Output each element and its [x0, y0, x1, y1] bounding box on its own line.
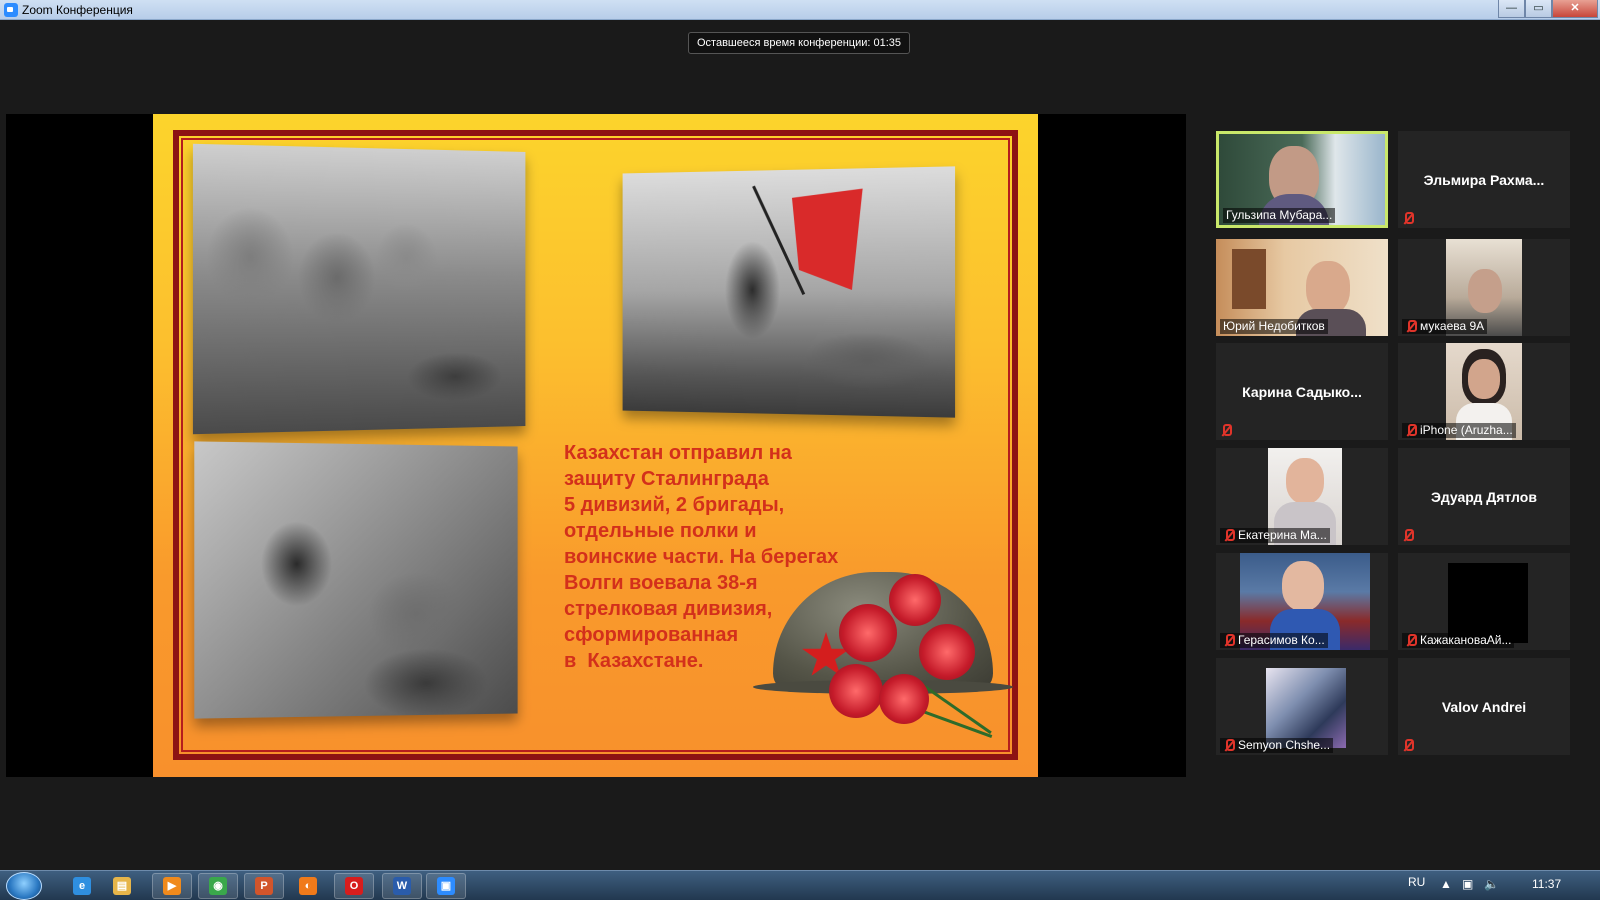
participant-tile[interactable]: КажакановаАй... [1398, 553, 1570, 650]
zoom-icon: ▣ [437, 877, 455, 895]
participant-name: Semyon Chshe... [1238, 738, 1331, 752]
maximize-button[interactable]: ▭ [1525, 0, 1552, 18]
carnation-flower [829, 664, 883, 718]
participant-face [1306, 261, 1350, 315]
victory-flag-photo [622, 166, 956, 418]
muted-mic-icon [1402, 212, 1414, 225]
close-button[interactable]: ✕ [1552, 0, 1598, 18]
network-icon[interactable]: ▣ [1462, 877, 1473, 891]
taskbar-item[interactable]: O [334, 873, 374, 899]
window-title: Zoom Конференция [22, 3, 133, 17]
soldiers-in-ruins-photo [194, 441, 518, 719]
taskbar-item[interactable]: ▤ [102, 873, 142, 899]
muted-mic-icon [1223, 529, 1235, 542]
participant-avatar-image [1266, 668, 1346, 748]
taskbar-item[interactable]: e [62, 873, 102, 899]
muted-mic-icon [1220, 424, 1232, 437]
window-controls: — ▭ ✕ [1498, 0, 1598, 18]
participant-name-label: Герасимов Ко... [1220, 633, 1328, 648]
carnation-flower [889, 574, 941, 626]
participant-face [1468, 269, 1502, 313]
opera-icon: O [345, 877, 363, 895]
start-button[interactable] [6, 872, 42, 900]
volume-icon[interactable]: 🔈 [1484, 877, 1499, 891]
show-hidden-icons-icon[interactable]: ▲ [1440, 877, 1452, 891]
taskbar-item[interactable]: ◐ [288, 873, 328, 899]
participant-name-label: мукаева 9А [1402, 319, 1488, 334]
participant-name: Valov Andrei [1441, 698, 1527, 715]
language-indicator[interactable]: RU [1408, 875, 1425, 889]
participant-name-label: iPhone (Aruzha... [1402, 423, 1516, 438]
participant-name: Карина Садыко... [1242, 383, 1362, 400]
media-player-icon: ▶ [163, 877, 181, 895]
participant-tile[interactable]: Эдуард Дятлов [1398, 448, 1570, 545]
muted-mic-icon [1223, 739, 1235, 752]
taskbar-item[interactable]: ▶ [152, 873, 192, 899]
window-title-bar: Zoom Конференция — ▭ ✕ [0, 0, 1600, 20]
muted-mic-icon [1405, 634, 1417, 647]
muted-mic-icon [1402, 529, 1414, 542]
participant-name: мукаева 9А [1420, 319, 1485, 333]
participant-face [1282, 561, 1324, 611]
participant-name-label: Гульзипа Мубара... [1223, 208, 1336, 223]
participant-name-label: КажакановаАй... [1402, 633, 1515, 648]
muted-mic-icon [1402, 739, 1414, 752]
participant-video [1448, 563, 1528, 643]
muted-mic-icon [1223, 634, 1235, 647]
muted-mic-icon [1405, 320, 1417, 333]
presentation-slide: Казахстан отправил на защиту Сталинграда… [153, 114, 1038, 777]
taskbar-item[interactable]: P [244, 873, 284, 899]
participant-name: КажакановаАй... [1420, 633, 1512, 647]
windows-taskbar: e ▤ ▶ ◉ P ◐ O W ▣ RU ▲ ▣ 🔈 11:37 [0, 870, 1600, 900]
taskbar-item[interactable]: ▣ [426, 873, 466, 899]
carnations-image [819, 574, 1009, 744]
participant-tile[interactable]: Юрий Недобитков [1216, 239, 1388, 336]
participant-tile[interactable]: Гульзипа Мубара... [1216, 131, 1388, 228]
participant-tile[interactable]: Герасимов Ко... [1216, 553, 1388, 650]
participant-tile[interactable]: Екатерина Ма... [1216, 448, 1388, 545]
carnation-flower [919, 624, 975, 680]
participant-face [1286, 458, 1324, 504]
chrome-icon: ◉ [209, 877, 227, 895]
zoom-app-icon [4, 3, 18, 17]
participant-tile[interactable]: Semyon Chshe... [1216, 658, 1388, 755]
participant-name: Эльмира Рахма... [1423, 171, 1545, 188]
participant-name-label: Екатерина Ма... [1220, 528, 1330, 543]
shared-screen[interactable]: Казахстан отправил на защиту Сталинграда… [6, 114, 1186, 777]
file-explorer-icon: ▤ [113, 877, 131, 895]
minimize-button[interactable]: — [1498, 0, 1525, 18]
soldiers-machine-gun-photo [192, 143, 526, 435]
participant-name-label: Semyon Chshe... [1220, 738, 1334, 753]
word-icon: W [393, 877, 411, 895]
muted-mic-icon [1405, 424, 1417, 437]
participant-tile[interactable]: Valov Andrei [1398, 658, 1570, 755]
carnation-flower [879, 674, 929, 724]
participant-tile[interactable]: Эльмира Рахма... [1398, 131, 1570, 228]
participant-tile[interactable]: мукаева 9А [1398, 239, 1570, 336]
taskbar-item[interactable]: ◉ [198, 873, 238, 899]
carnation-flower [839, 604, 897, 662]
participant-face [1468, 359, 1500, 399]
participant-name: Гульзипа Мубара... [1226, 208, 1333, 222]
red-flag [792, 189, 863, 290]
participant-name: Эдуард Дятлов [1431, 488, 1537, 505]
participant-name: iPhone (Aruzha... [1420, 423, 1513, 437]
powerpoint-icon: P [255, 877, 273, 895]
participant-tile[interactable]: iPhone (Aruzha... [1398, 343, 1570, 440]
firefox-icon: ◐ [299, 877, 317, 895]
participant-name-label: Юрий Недобитков [1220, 319, 1328, 334]
remaining-time-indicator: Оставшееся время конференции: 01:35 [688, 32, 910, 54]
clock[interactable]: 11:37 [1532, 877, 1561, 891]
participant-tile[interactable]: Карина Садыко... [1216, 343, 1388, 440]
participant-name: Екатерина Ма... [1238, 528, 1327, 542]
bookshelf [1232, 249, 1266, 309]
participant-name: Герасимов Ко... [1238, 633, 1325, 647]
internet-explorer-icon: e [73, 877, 91, 895]
taskbar-item[interactable]: W [382, 873, 422, 899]
participant-name: Юрий Недобитков [1223, 319, 1325, 333]
